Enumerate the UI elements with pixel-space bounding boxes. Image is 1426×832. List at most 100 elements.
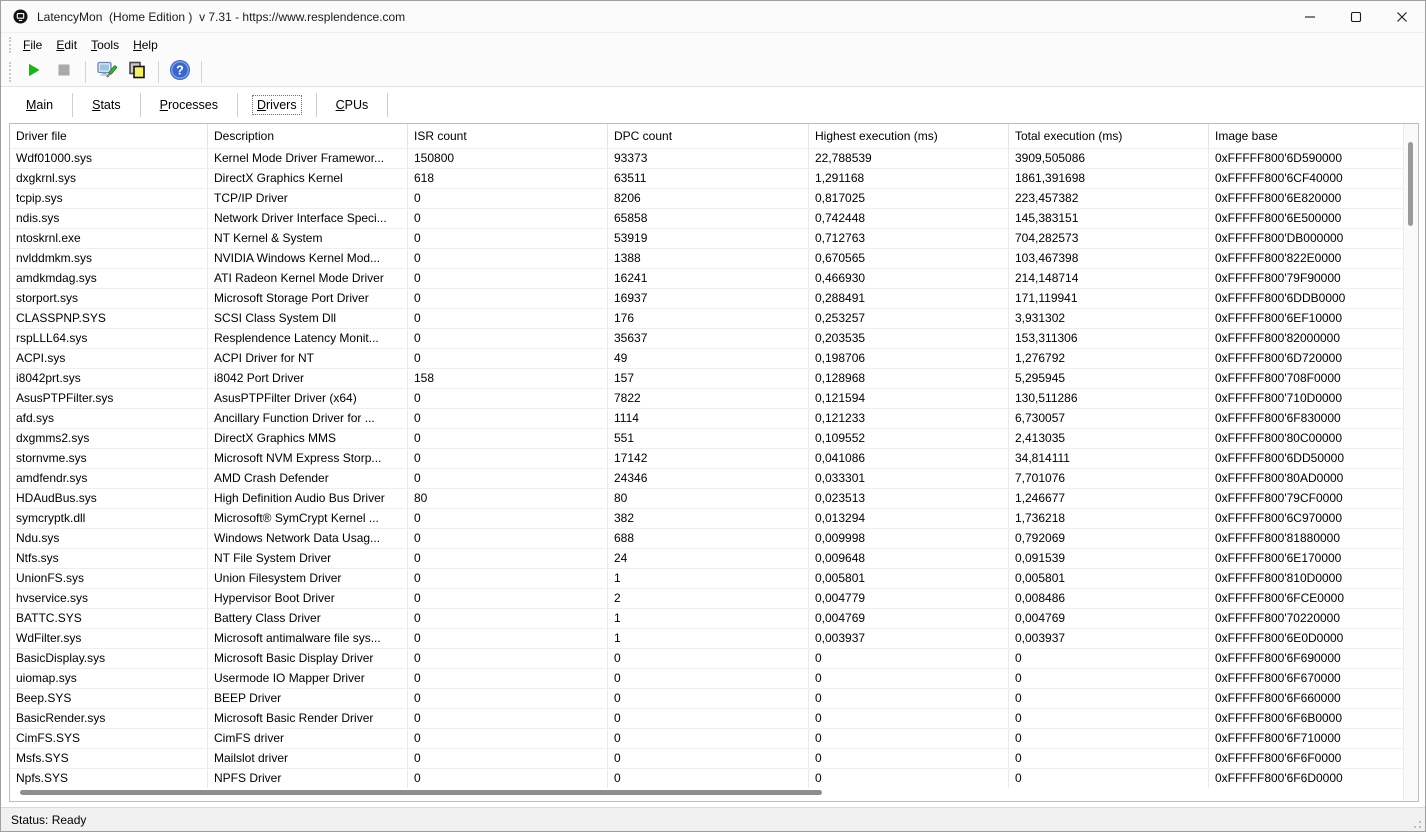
table-cell: 176 — [607, 309, 808, 328]
maximize-button[interactable] — [1333, 1, 1379, 32]
menu-bar: FileEditToolsHelp — [1, 33, 1425, 57]
column-header-image-base[interactable]: Image base — [1208, 124, 1418, 148]
table-cell: 24 — [607, 549, 808, 568]
table-cell: 0xFFFFF800'6E500000 — [1208, 209, 1418, 228]
column-header-description[interactable]: Description — [207, 124, 407, 148]
table-row[interactable]: Wdf01000.sysKernel Mode Driver Framewor.… — [10, 148, 1418, 168]
help-button[interactable]: ? — [167, 60, 193, 84]
column-header-total-execution-ms[interactable]: Total execution (ms) — [1008, 124, 1208, 148]
table-cell: amdfendr.sys — [10, 469, 207, 488]
table-cell: 0xFFFFF800'6DDB0000 — [1208, 289, 1418, 308]
table-row[interactable]: BasicDisplay.sysMicrosoft Basic Display … — [10, 648, 1418, 668]
table-cell: 0 — [808, 709, 1008, 728]
table-cell: 0xFFFFF800'81880000 — [1208, 529, 1418, 548]
table-row[interactable]: ndis.sysNetwork Driver Interface Speci..… — [10, 208, 1418, 228]
table-row[interactable]: nvlddmkm.sysNVIDIA Windows Kernel Mod...… — [10, 248, 1418, 268]
toolbar: ? — [1, 57, 1425, 87]
table-cell: 0xFFFFF800'822E0000 — [1208, 249, 1418, 268]
table-row[interactable]: Ndu.sysWindows Network Data Usag...06880… — [10, 528, 1418, 548]
tab-cpus[interactable]: CPUs — [319, 94, 386, 116]
vertical-scrollbar[interactable] — [1403, 124, 1418, 801]
resize-grip[interactable] — [1410, 817, 1422, 829]
table-row[interactable]: dxgmms2.sysDirectX Graphics MMS05510,109… — [10, 428, 1418, 448]
table-cell: Microsoft® SymCrypt Kernel ... — [207, 509, 407, 528]
column-header-highest-execution-ms[interactable]: Highest execution (ms) — [808, 124, 1008, 148]
drivers-table: Driver fileDescriptionISR countDPC count… — [9, 123, 1419, 802]
menu-help[interactable]: Help — [126, 36, 165, 54]
table-row[interactable]: tcpip.sysTCP/IP Driver082060,817025223,4… — [10, 188, 1418, 208]
column-header-dpc-count[interactable]: DPC count — [607, 124, 808, 148]
close-button[interactable] — [1379, 1, 1425, 32]
table-row[interactable]: hvservice.sysHypervisor Boot Driver020,0… — [10, 588, 1418, 608]
table-cell: 0,121594 — [808, 389, 1008, 408]
table-row[interactable]: afd.sysAncillary Function Driver for ...… — [10, 408, 1418, 428]
table-row[interactable]: dxgkrnl.sysDirectX Graphics Kernel618635… — [10, 168, 1418, 188]
table-row[interactable]: storport.sysMicrosoft Storage Port Drive… — [10, 288, 1418, 308]
table-row[interactable]: Ntfs.sysNT File System Driver0240,009648… — [10, 548, 1418, 568]
table-cell: 16241 — [607, 269, 808, 288]
table-cell: 0,009648 — [808, 549, 1008, 568]
table-cell: 0 — [607, 749, 808, 768]
table-row[interactable]: i8042prt.sysi8042 Port Driver1581570,128… — [10, 368, 1418, 388]
table-cell: 0 — [407, 669, 607, 688]
table-cell: 0 — [1008, 669, 1208, 688]
table-cell: 214,148714 — [1008, 269, 1208, 288]
table-row[interactable]: BATTC.SYSBattery Class Driver010,0047690… — [10, 608, 1418, 628]
menu-edit[interactable]: Edit — [49, 36, 84, 54]
menu-tools[interactable]: Tools — [84, 36, 126, 54]
table-cell: 1 — [607, 629, 808, 648]
table-row[interactable]: AsusPTPFilter.sysAsusPTPFilter Driver (x… — [10, 388, 1418, 408]
table-cell: ndis.sys — [10, 209, 207, 228]
table-cell: 0 — [607, 669, 808, 688]
table-row[interactable]: ACPI.sysACPI Driver for NT0490,1987061,2… — [10, 348, 1418, 368]
table-cell: 16937 — [607, 289, 808, 308]
table-row[interactable]: symcryptk.dllMicrosoft® SymCrypt Kernel … — [10, 508, 1418, 528]
menu-file[interactable]: File — [16, 36, 49, 54]
table-cell: 0 — [407, 569, 607, 588]
table-row[interactable]: CimFS.SYSCimFS driver00000xFFFFF800'6F71… — [10, 728, 1418, 748]
tab-processes[interactable]: Processes — [143, 94, 235, 116]
table-cell: dxgkrnl.sys — [10, 169, 207, 188]
table-row[interactable]: stornvme.sysMicrosoft NVM Express Storp.… — [10, 448, 1418, 468]
vertical-scrollbar-thumb[interactable] — [1408, 142, 1413, 226]
table-row[interactable]: amdkmdag.sysATI Radeon Kernel Mode Drive… — [10, 268, 1418, 288]
table-row[interactable]: Beep.SYSBEEP Driver00000xFFFFF800'6F6600… — [10, 688, 1418, 708]
table-cell: ACPI.sys — [10, 349, 207, 368]
table-cell: 0 — [407, 509, 607, 528]
table-cell: 24346 — [607, 469, 808, 488]
table-cell: 0 — [808, 769, 1008, 788]
table-cell: 1,246677 — [1008, 489, 1208, 508]
tab-drivers[interactable]: Drivers — [240, 94, 314, 116]
tab-stats[interactable]: Stats — [75, 94, 138, 116]
table-row[interactable]: rspLLL64.sysResplendence Latency Monit..… — [10, 328, 1418, 348]
column-header-isr-count[interactable]: ISR count — [407, 124, 607, 148]
table-cell: 0 — [407, 469, 607, 488]
table-cell: 0 — [407, 609, 607, 628]
table-row[interactable]: HDAudBus.sysHigh Definition Audio Bus Dr… — [10, 488, 1418, 508]
table-row[interactable]: BasicRender.sysMicrosoft Basic Render Dr… — [10, 708, 1418, 728]
table-cell: 0xFFFFF800'6F6D0000 — [1208, 769, 1418, 788]
table-cell: 80 — [407, 489, 607, 508]
table-row[interactable]: Npfs.SYSNPFS Driver00000xFFFFF800'6F6D00… — [10, 768, 1418, 788]
table-row[interactable]: WdFilter.sysMicrosoft antimalware file s… — [10, 628, 1418, 648]
table-cell: Beep.SYS — [10, 689, 207, 708]
tab-main[interactable]: Main — [9, 94, 70, 116]
table-cell: 0 — [1008, 729, 1208, 748]
table-row[interactable]: UnionFS.sysUnion Filesystem Driver010,00… — [10, 568, 1418, 588]
minimize-button[interactable] — [1287, 1, 1333, 32]
table-row[interactable]: ntoskrnl.exeNT Kernel & System0539190,71… — [10, 228, 1418, 248]
table-cell: 0 — [407, 329, 607, 348]
column-header-driver-file[interactable]: Driver file — [10, 124, 207, 148]
stop-monitor-button[interactable] — [51, 60, 77, 84]
table-row[interactable]: amdfendr.sysAMD Crash Defender0243460,03… — [10, 468, 1418, 488]
copy-report-button[interactable] — [124, 60, 150, 84]
table-cell: afd.sys — [10, 409, 207, 428]
table-row[interactable]: CLASSPNP.SYSSCSI Class System Dll01760,2… — [10, 308, 1418, 328]
table-cell: Microsoft Basic Render Driver — [207, 709, 407, 728]
title-bar: LatencyMon (Home Edition ) v 7.31 - http… — [1, 1, 1425, 33]
start-monitor-button[interactable] — [21, 60, 47, 84]
table-row[interactable]: uiomap.sysUsermode IO Mapper Driver00000… — [10, 668, 1418, 688]
horizontal-scrollbar-thumb[interactable] — [20, 790, 822, 795]
table-row[interactable]: Msfs.SYSMailslot driver00000xFFFFF800'6F… — [10, 748, 1418, 768]
options-button[interactable] — [94, 60, 120, 84]
